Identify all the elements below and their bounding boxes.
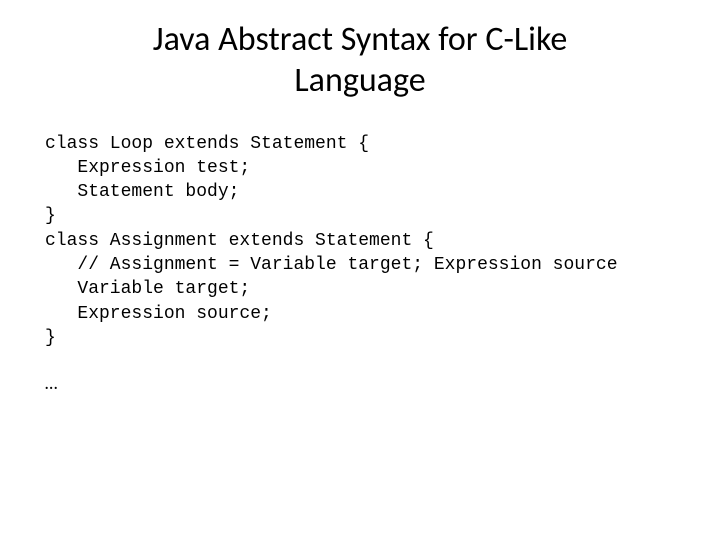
slide-title: Java Abstract Syntax for C-Like Language <box>45 20 675 102</box>
code-listing: class Loop extends Statement { Expressio… <box>45 132 675 351</box>
ellipsis: … <box>45 372 675 394</box>
